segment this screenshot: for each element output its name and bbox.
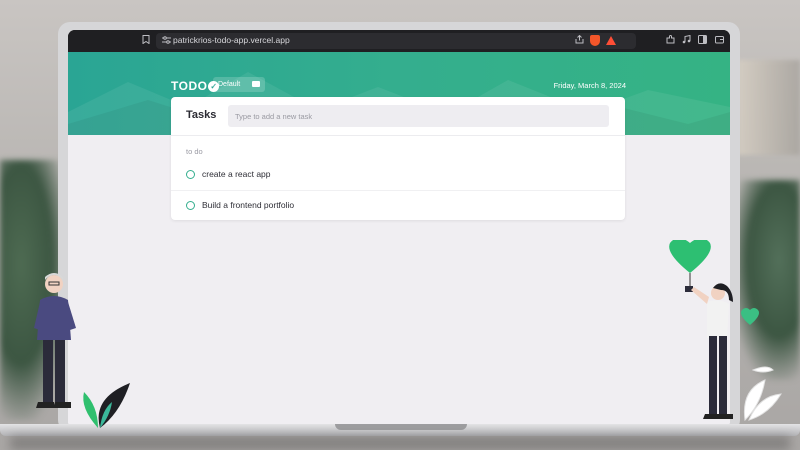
task-checkbox[interactable] (186, 201, 195, 210)
bookmark-icon[interactable] (140, 35, 152, 47)
laptop-frame: patrickrios-todo-app.vercel.app TODO ✓ D… (58, 22, 740, 432)
site-settings-icon[interactable] (160, 35, 172, 47)
logo-text: TODO (171, 79, 208, 93)
task-item[interactable]: Build a frontend portfolio (171, 191, 625, 221)
current-date: Friday, March 8, 2024 (553, 81, 626, 90)
laptop-notch (335, 424, 467, 430)
background-shelf (738, 60, 800, 155)
folder-label: Default (218, 80, 241, 88)
todo-section-label: to do (186, 147, 203, 156)
url-text: patrickrios-todo-app.vercel.app (173, 35, 290, 45)
new-task-input[interactable] (228, 105, 609, 127)
task-item[interactable]: create a react app (171, 160, 625, 191)
task-text: create a react app (202, 169, 271, 179)
task-text: Build a frontend portfolio (202, 200, 295, 210)
folder-selector-button[interactable]: Default (213, 77, 265, 92)
tasks-card-header: Tasks (171, 97, 625, 136)
browser-toolbar: patrickrios-todo-app.vercel.app (68, 30, 730, 52)
media-icon[interactable] (680, 34, 692, 47)
plant-leaves-right-illustration (743, 366, 782, 422)
brave-rewards-icon[interactable] (606, 36, 616, 45)
brave-shields-icon[interactable] (590, 35, 600, 46)
sidebar-icon[interactable] (696, 35, 708, 47)
page-viewport: TODO ✓ Default Friday, March 8, 2024 Task… (68, 52, 730, 430)
task-checkbox[interactable] (186, 170, 195, 179)
tasks-card: Tasks to do create a react app Build a f… (171, 97, 625, 220)
laptop-screen: patrickrios-todo-app.vercel.app TODO ✓ D… (68, 30, 730, 430)
wallet-icon[interactable] (713, 35, 725, 47)
laptop-shadow (10, 436, 790, 450)
folder-icon (252, 81, 260, 87)
share-icon[interactable] (573, 34, 585, 47)
extensions-icon[interactable] (664, 35, 676, 47)
tasks-title: Tasks (186, 109, 217, 121)
plant-leaves-left-illustration (83, 383, 130, 428)
